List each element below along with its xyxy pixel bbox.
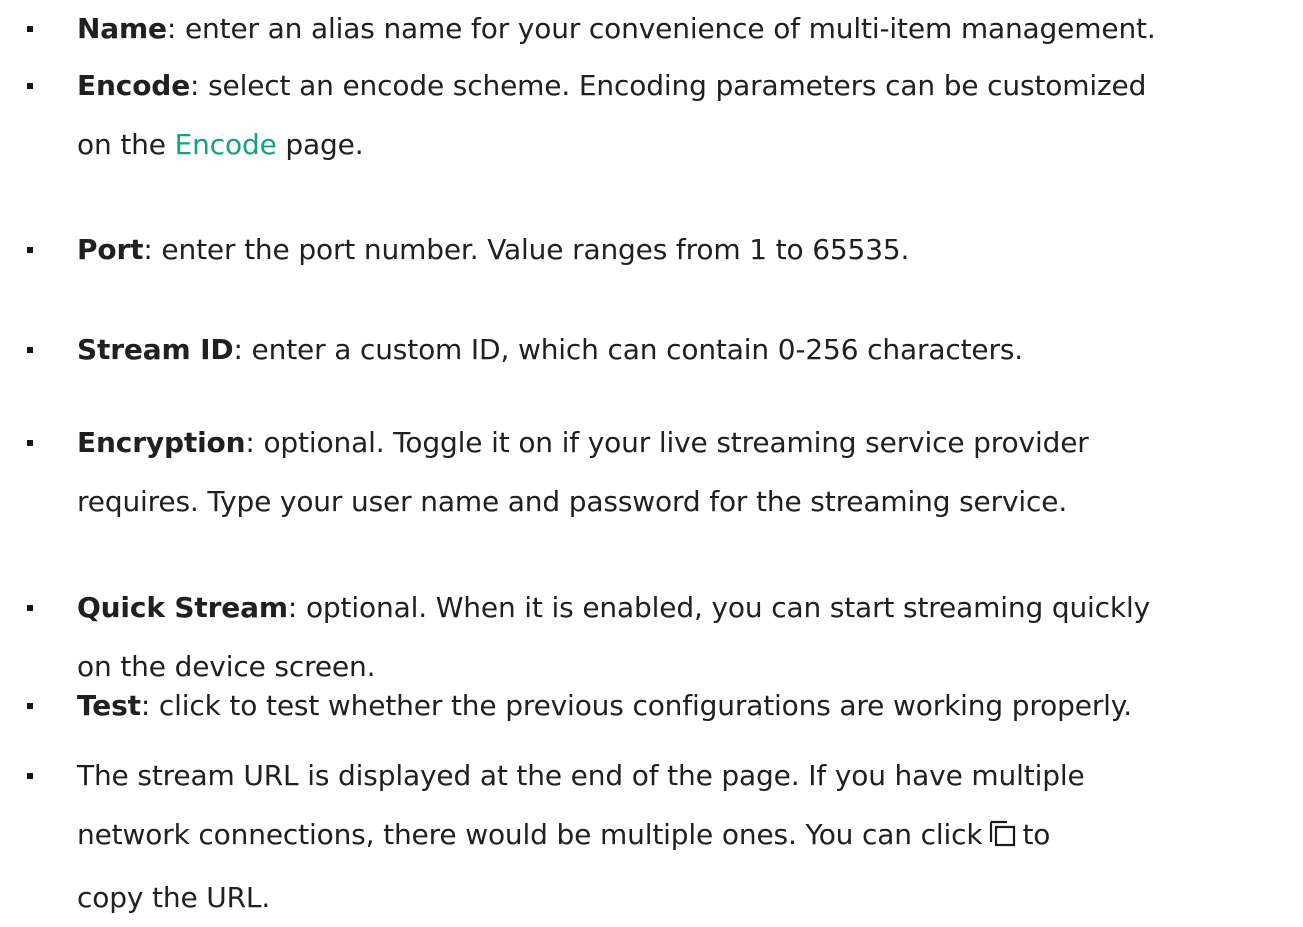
bullet-marker: [27, 440, 33, 446]
list-item-test: Test: click to test whether the previous…: [27, 676, 1277, 735]
description-stream-url-line1: The stream URL is displayed at the end o…: [77, 759, 1085, 792]
bullet-marker: [27, 83, 33, 89]
encode-page-link[interactable]: Encode: [175, 128, 277, 161]
description-encryption-line2: requires. Type your user name and passwo…: [77, 485, 1068, 518]
description-stream-id: : enter a custom ID, which can contain 0…: [233, 333, 1024, 366]
description-encode-line2-suffix: page.: [276, 128, 364, 161]
description-stream-url-line2-prefix: network connections, there would be mult…: [77, 818, 983, 851]
term-name: Name: [77, 12, 167, 45]
list-item-name: Name: enter an alias name for your conve…: [27, 0, 1277, 58]
description-stream-url-line2-suffix: to: [1022, 818, 1051, 851]
bullet-marker: [27, 247, 33, 253]
description-encode: : select an encode scheme. Encoding para…: [190, 69, 1147, 102]
term-port: Port: [77, 233, 144, 266]
description-encode-line2-prefix: on the: [77, 128, 175, 161]
copy-icon: [988, 809, 1016, 868]
bullet-marker: [27, 605, 33, 611]
description-port: : enter the port number. Value ranges fr…: [143, 233, 910, 266]
list-item-encryption: Encryption: optional. Toggle it on if yo…: [27, 413, 1277, 531]
description-quick-stream: : optional. When it is enabled, you can …: [287, 591, 1151, 624]
term-encode: Encode: [77, 69, 191, 102]
description-stream-url-line3: copy the URL.: [77, 881, 271, 914]
bullet-marker: [27, 347, 33, 353]
bullet-marker: [27, 703, 33, 709]
bullet-marker: [27, 773, 33, 779]
term-quick-stream: Quick Stream: [77, 591, 288, 624]
description-test: : click to test whether the previous con…: [140, 689, 1132, 722]
term-test: Test: [77, 689, 141, 722]
list-item-stream-id: Stream ID: enter a custom ID, which can …: [27, 320, 1277, 379]
list-item-port: Port: enter the port number. Value range…: [27, 220, 1277, 279]
description-name: : enter an alias name for your convenien…: [166, 12, 1156, 45]
list-item-stream-url: The stream URL is displayed at the end o…: [27, 746, 1277, 927]
document-page: Name: enter an alias name for your conve…: [0, 0, 1303, 925]
term-encryption: Encryption: [77, 426, 246, 459]
description-encryption: : optional. Toggle it on if your live st…: [245, 426, 1089, 459]
term-stream-id: Stream ID: [77, 333, 234, 366]
list-item-encode: Encode: select an encode scheme. Encodin…: [27, 56, 1277, 174]
bullet-marker: [27, 26, 33, 32]
